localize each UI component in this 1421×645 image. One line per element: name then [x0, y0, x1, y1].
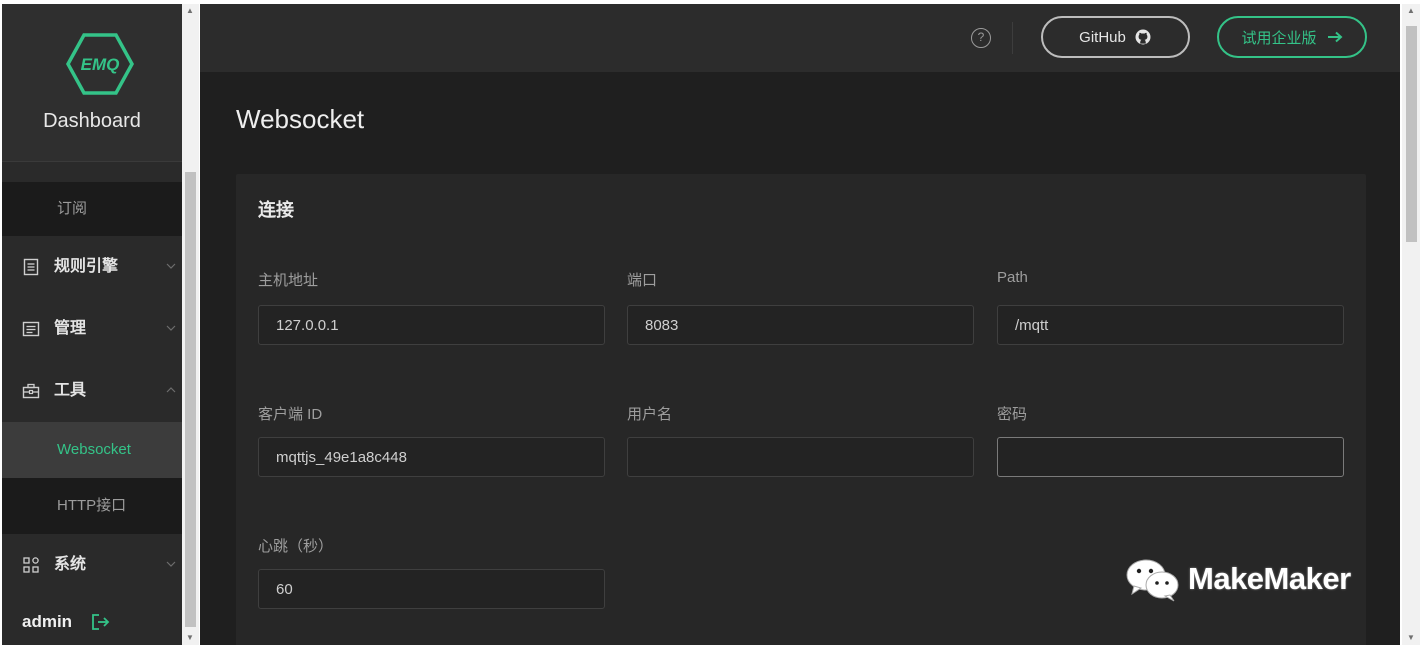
main-scroll-thumb[interactable]	[1406, 26, 1417, 242]
sidebar-item-label: 工具	[54, 382, 87, 399]
sidebar-scroll-thumb[interactable]	[185, 172, 196, 627]
toolbox-icon	[22, 383, 40, 399]
scroll-down-arrow[interactable]: ▼	[1403, 631, 1419, 645]
sidebar-item-label: HTTP接口	[57, 497, 127, 514]
client-id-label: 客户端 ID	[258, 406, 323, 423]
github-button-label: GitHub	[1079, 28, 1126, 46]
enterprise-trial-button[interactable]: 试用企业版	[1217, 16, 1367, 58]
sidebar-item-websocket[interactable]: Websocket	[2, 422, 182, 478]
top-bar: ? GitHub 试用企业版	[200, 4, 1400, 72]
watermark-text: MakeMaker	[1188, 561, 1351, 596]
scroll-up-arrow[interactable]: ▲	[1403, 4, 1419, 18]
scroll-down-arrow[interactable]: ▼	[182, 631, 198, 645]
github-icon	[1135, 29, 1151, 45]
username-field-label: 用户名	[627, 406, 673, 423]
chevron-down-icon	[166, 263, 176, 269]
arrow-right-icon	[1327, 31, 1342, 43]
password-input[interactable]	[997, 437, 1344, 477]
port-input[interactable]	[627, 305, 974, 345]
sidebar-item-tools[interactable]: 工具	[2, 360, 182, 422]
keepalive-label: 心跳（秒）	[258, 538, 334, 555]
sidebar-item-system[interactable]: 系统	[2, 534, 182, 596]
scroll-up-arrow[interactable]: ▲	[182, 4, 198, 18]
sidebar-item-label: 订阅	[57, 200, 88, 217]
sidebar-item-label: Websocket	[57, 441, 131, 458]
username-label: admin	[22, 611, 73, 631]
host-label: 主机地址	[258, 272, 319, 289]
sidebar-item-http-api[interactable]: HTTP接口	[2, 478, 182, 534]
question-circle-icon[interactable]: ?	[971, 28, 991, 48]
card-title: 连接	[258, 200, 294, 220]
brand-area: EMQ Dashboard	[2, 4, 182, 162]
watermark: MakeMaker	[1124, 556, 1351, 602]
github-button[interactable]: GitHub	[1041, 16, 1190, 58]
password-label: 密码	[997, 406, 1028, 423]
user-row: admin	[2, 598, 182, 645]
chevron-down-icon	[166, 561, 176, 567]
sidebar-item-label: 系统	[54, 556, 87, 573]
list-icon	[22, 321, 40, 337]
brand-title: Dashboard	[43, 110, 141, 132]
wechat-icon	[1126, 559, 1179, 602]
sidebar-item-label: 管理	[54, 320, 87, 337]
path-input[interactable]	[997, 305, 1344, 345]
client-id-input[interactable]	[258, 437, 605, 477]
page-title: Websocket	[236, 104, 365, 134]
sidebar-item-subscriptions[interactable]: 订阅	[2, 182, 182, 236]
sidebar-menu: 订阅 规则引擎 管理 工具 Websocket HTTP接口 系统	[2, 182, 182, 596]
sidebar-scrollbar[interactable]: ▲ ▼	[182, 4, 199, 645]
path-label: Path	[997, 269, 1028, 286]
emq-logo: EMQ	[66, 33, 134, 95]
sidebar: EMQ Dashboard 订阅 规则引擎 管理 工具 Websocket HT…	[2, 4, 182, 645]
document-icon	[23, 258, 39, 276]
main-scrollbar[interactable]: ▲ ▼	[1402, 4, 1420, 645]
header-divider	[1012, 22, 1013, 54]
keepalive-input[interactable]	[258, 569, 605, 609]
port-label: 端口	[627, 272, 658, 289]
sidebar-item-management[interactable]: 管理	[2, 298, 182, 360]
logout-icon[interactable]	[90, 612, 110, 632]
grid-icon	[23, 557, 39, 573]
enterprise-trial-label: 试用企业版	[1241, 29, 1317, 47]
chevron-up-icon	[166, 387, 176, 393]
chevron-down-icon	[166, 325, 176, 331]
host-input[interactable]	[258, 305, 605, 345]
main-content: ? GitHub 试用企业版 Websocket 连接 主机地址 端口 Path	[200, 4, 1400, 645]
username-input[interactable]	[627, 437, 974, 477]
sidebar-item-rule-engine[interactable]: 规则引擎	[2, 236, 182, 298]
sidebar-item-label: 规则引擎	[54, 258, 119, 275]
logo-text: EMQ	[81, 55, 120, 74]
